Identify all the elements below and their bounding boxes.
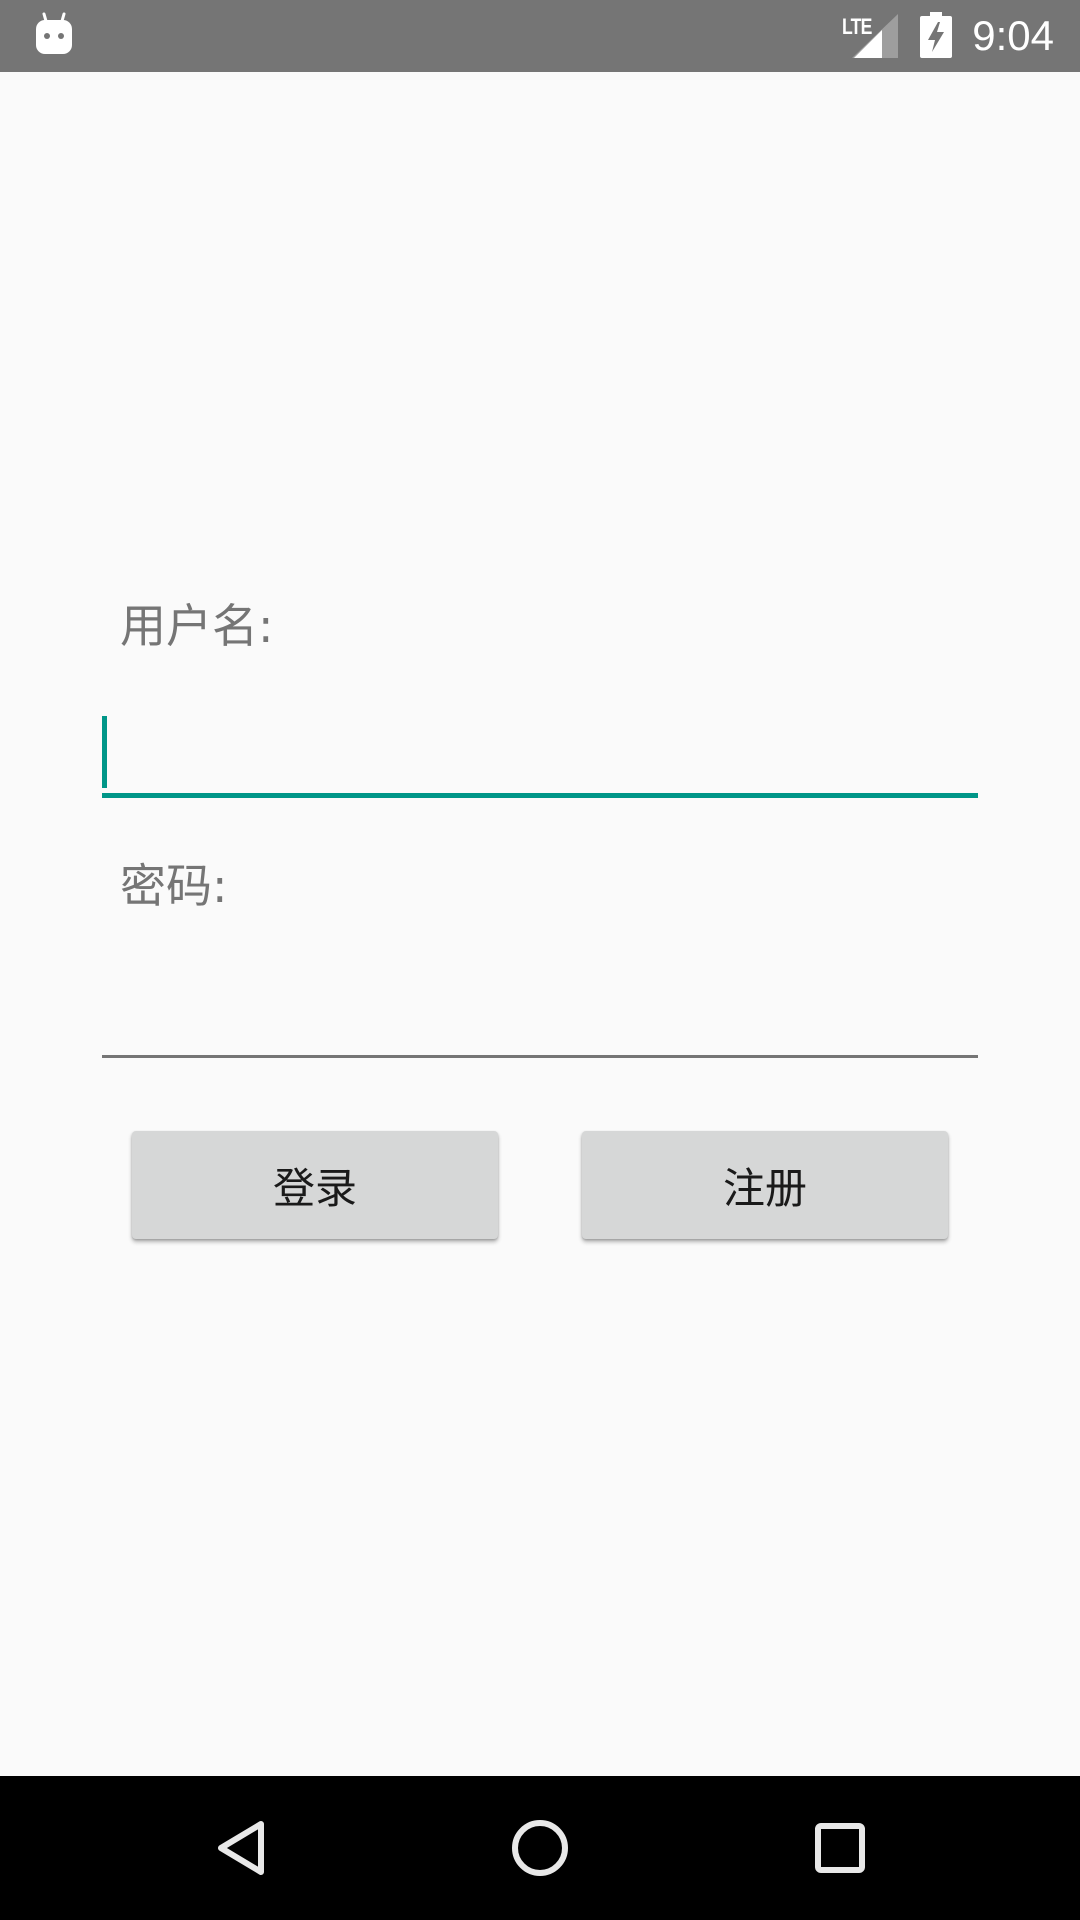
username-input[interactable] <box>102 712 978 798</box>
text-cursor <box>102 716 107 788</box>
username-label: 用户名: <box>120 599 274 653</box>
android-notification-icon <box>36 12 72 54</box>
recents-icon[interactable] <box>804 1812 876 1884</box>
password-label: 密码: <box>120 859 228 913</box>
login-screen: LTE 9:04 用户名: 密码: 登录 注册 <box>0 0 1080 1920</box>
login-button[interactable]: 登录 <box>132 1131 498 1239</box>
password-input[interactable] <box>102 972 978 1058</box>
home-icon[interactable] <box>504 1812 576 1884</box>
register-button[interactable]: 注册 <box>582 1131 948 1239</box>
navigation-bar <box>0 1776 1080 1920</box>
battery-charging-icon <box>920 12 952 58</box>
back-icon[interactable] <box>205 1812 277 1884</box>
status-clock: 9:04 <box>972 12 1054 59</box>
status-bar: LTE 9:04 <box>0 0 1080 72</box>
signal-icon <box>852 14 898 58</box>
